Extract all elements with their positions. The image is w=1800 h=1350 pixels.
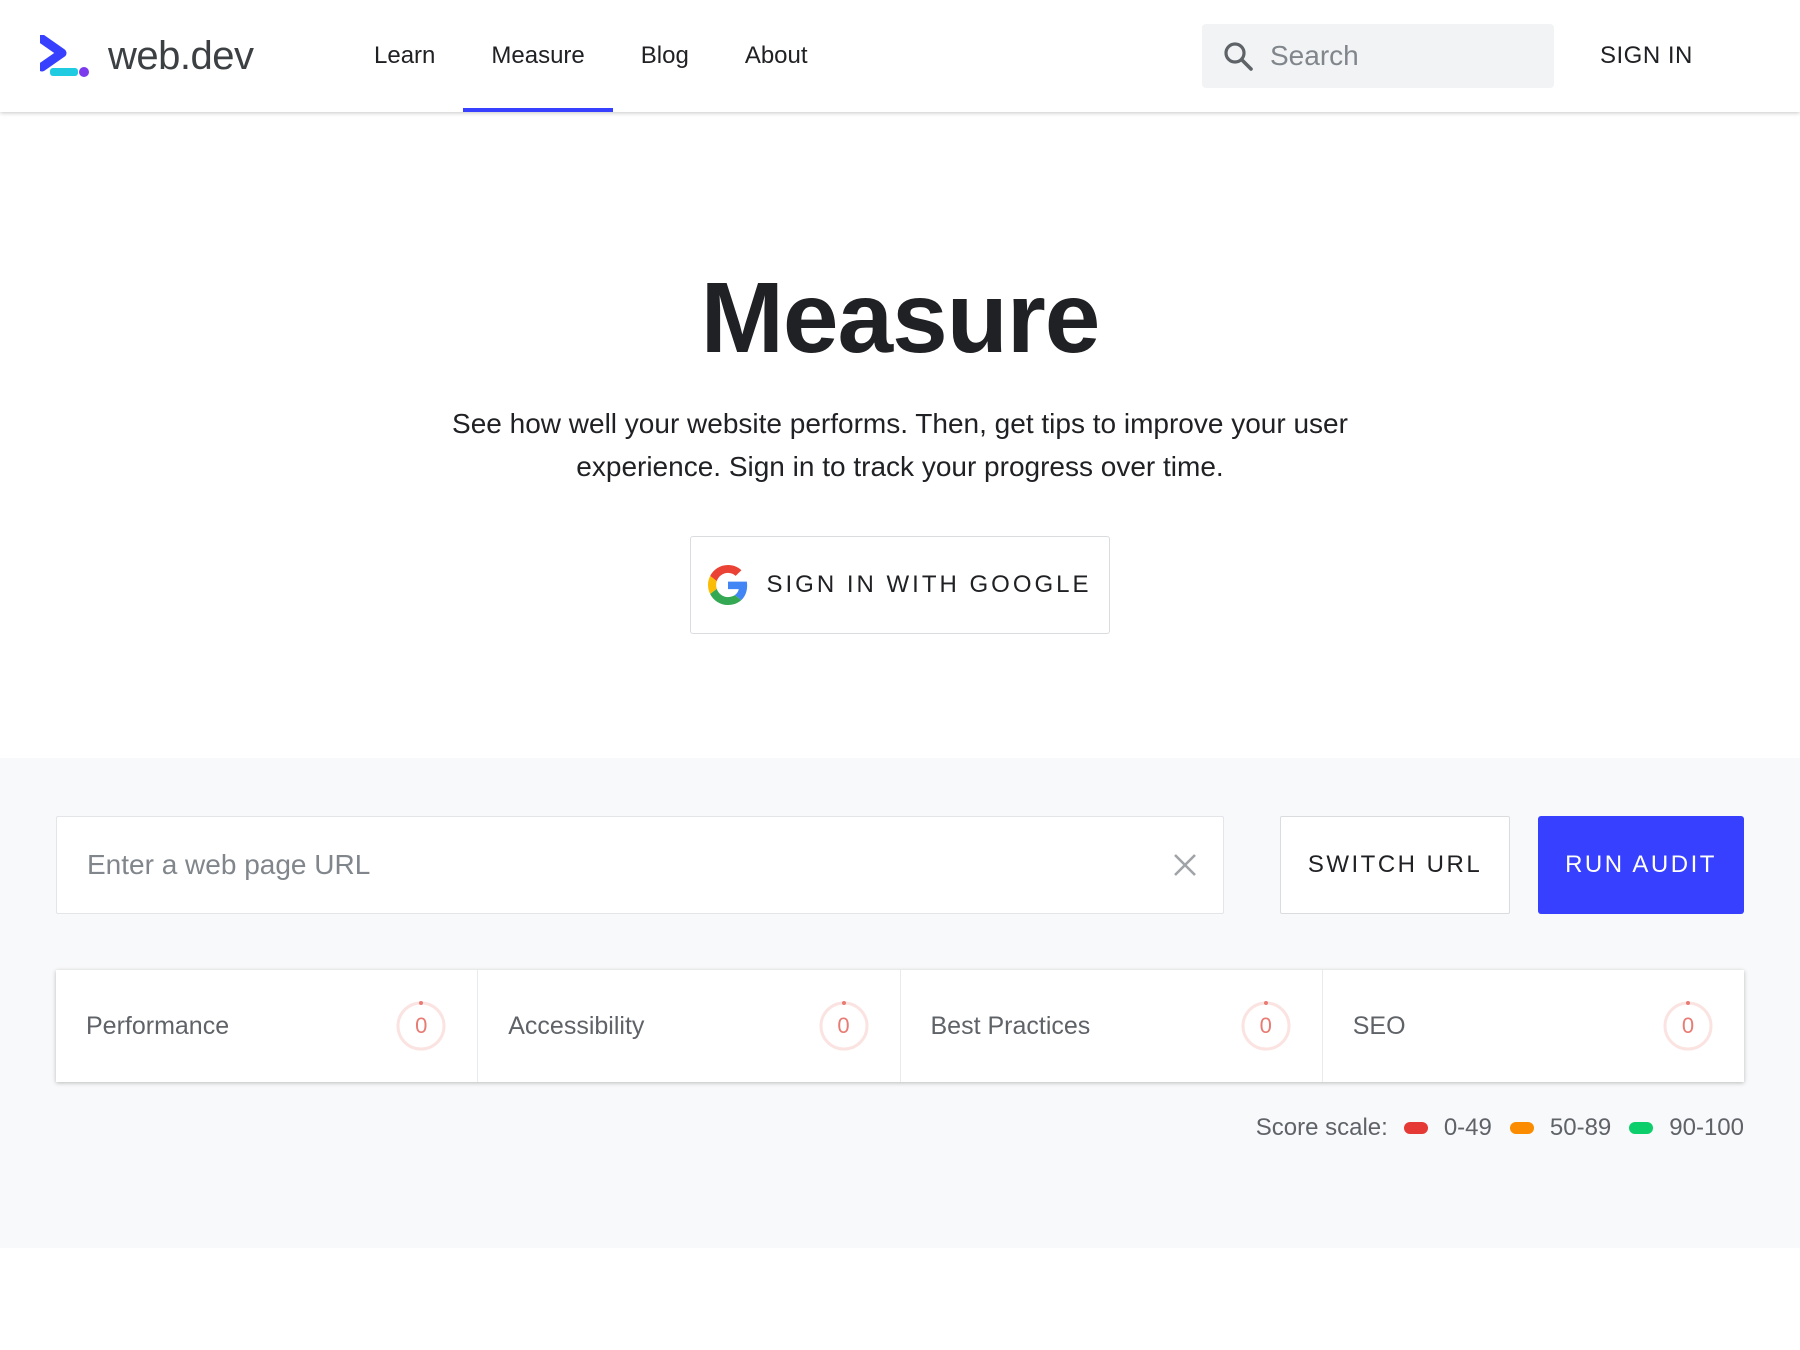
score-name: SEO	[1352, 1011, 1406, 1040]
google-g-icon	[708, 565, 748, 605]
sign-in-with-google-button[interactable]: SIGN IN WITH GOOGLE	[690, 536, 1110, 634]
scale-swatch-red	[1403, 1122, 1428, 1134]
scale-range-mid: 50-89	[1549, 1114, 1612, 1141]
sign-in-link[interactable]: SIGN IN	[1600, 0, 1693, 112]
nav-learn[interactable]: Learn	[346, 0, 463, 112]
page-title: Measure	[700, 262, 1101, 374]
top-header: web.dev Learn Measure Blog About SIGN IN	[0, 0, 1800, 112]
score-card-seo[interactable]: SEO 0	[1323, 970, 1744, 1082]
logo-text: web.dev	[108, 33, 254, 78]
nav-about[interactable]: About	[717, 0, 836, 112]
search-bar[interactable]	[1202, 24, 1554, 88]
score-scale-label: Score scale:	[1255, 1114, 1388, 1141]
clear-icon[interactable]	[1167, 847, 1203, 883]
site-logo[interactable]: web.dev	[40, 28, 254, 84]
nav-blog[interactable]: Blog	[613, 0, 717, 112]
scale-range-low: 0-49	[1443, 1114, 1492, 1141]
google-button-label: SIGN IN WITH GOOGLE	[766, 571, 1092, 598]
score-card-accessibility[interactable]: Accessibility 0	[478, 970, 901, 1082]
score-name: Accessibility	[508, 1011, 645, 1040]
score-value: 0	[1259, 1013, 1272, 1038]
search-icon	[1220, 38, 1256, 74]
scale-swatch-green	[1629, 1122, 1654, 1134]
score-scale-legend: Score scale: 0-49 50-89 90-100	[1256, 1114, 1744, 1142]
score-name: Best Practices	[930, 1011, 1091, 1040]
score-value: 0	[837, 1013, 850, 1038]
audit-panel: SWITCH URL RUN AUDIT Performance 0 Acces…	[0, 758, 1800, 1248]
run-audit-button[interactable]: RUN AUDIT	[1538, 816, 1744, 914]
switch-url-button[interactable]: SWITCH URL	[1280, 816, 1510, 914]
webdev-logo-icon	[40, 35, 89, 77]
score-value: 0	[415, 1013, 428, 1038]
search-input[interactable]	[1270, 40, 1530, 72]
score-card-performance[interactable]: Performance 0	[56, 970, 479, 1082]
nav-measure[interactable]: Measure	[463, 0, 614, 112]
url-input[interactable]	[87, 849, 1127, 881]
page-description: See how well your website performs. Then…	[452, 408, 1348, 482]
score-name: Performance	[86, 1011, 230, 1040]
scale-swatch-orange	[1509, 1122, 1534, 1134]
url-field-box[interactable]	[56, 816, 1224, 914]
scale-range-high: 90-100	[1669, 1114, 1744, 1141]
score-value: 0	[1681, 1013, 1695, 1038]
score-cards: Performance 0 Accessibility 0 Best Pract…	[56, 970, 1744, 1082]
score-card-best-practices[interactable]: Best Practices 0	[901, 970, 1323, 1082]
main-nav: Learn Measure Blog About	[346, 0, 836, 112]
